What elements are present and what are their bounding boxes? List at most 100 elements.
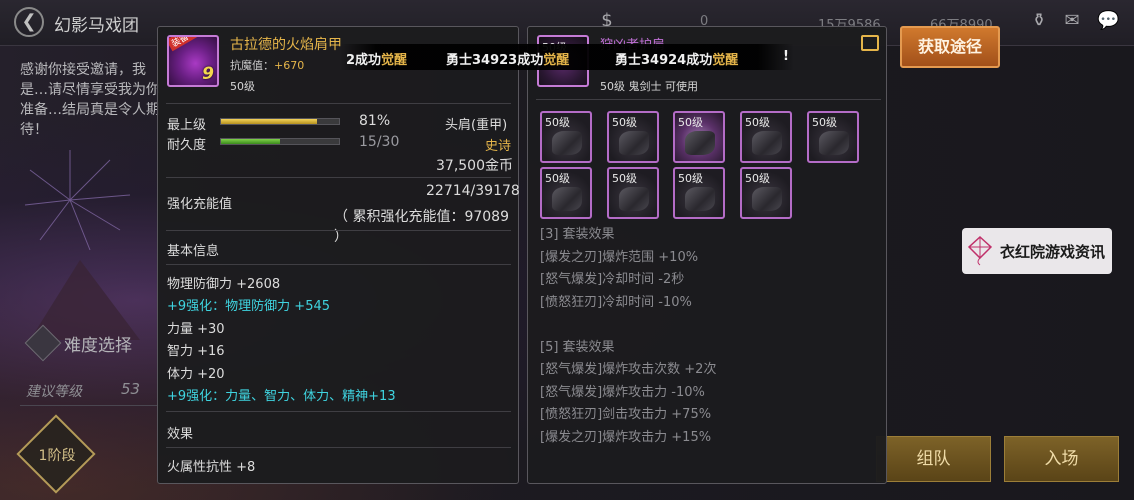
- recommended-level-label: 建议等级: [26, 384, 82, 400]
- difficulty-icon: [24, 324, 62, 362]
- gear-art-icon: [685, 187, 715, 211]
- enter-button[interactable]: 入场: [1004, 436, 1119, 482]
- gear-art-icon: [619, 131, 649, 155]
- set-effect-line: [怒气爆发]冷却时间 -2秒: [540, 272, 685, 287]
- divider: [166, 264, 511, 265]
- stat-line: 体力 +20: [167, 367, 225, 382]
- stat-line: +9强化：力量、智力、体力、精神+13: [167, 389, 396, 404]
- watermark-text: 衣红院游戏资讯: [1000, 242, 1106, 261]
- acquire-source-button[interactable]: 获取途径: [900, 26, 1000, 68]
- set-piece-slot-selected[interactable]: 50级: [673, 111, 725, 163]
- watermark: 衣红院游戏资讯: [962, 228, 1112, 274]
- equipped-item-tooltip: 装备中 9 古拉德的火焰肩甲 抗魔值：+670 50级 最上级 81% 头肩(重…: [157, 26, 520, 484]
- stat-line: +9强化：物理防御力 +545: [167, 299, 331, 314]
- set-piece-slot[interactable]: 50级: [807, 111, 859, 163]
- gear-art-icon: [752, 187, 782, 211]
- broadcast-message: 勇士34923成功觉醒: [446, 49, 569, 68]
- set-piece-slot[interactable]: 50级: [740, 111, 792, 163]
- durability-bar-fill: [221, 139, 280, 144]
- basic-info-title: 基本信息: [167, 244, 220, 259]
- slot-level: 50级: [545, 172, 570, 185]
- gear-art-icon: [552, 131, 582, 155]
- set-piece-slot[interactable]: 50级: [607, 167, 659, 219]
- gear-art-icon: [619, 187, 649, 211]
- top-level-bar-fill: [221, 119, 317, 124]
- slot-level: 50级: [678, 172, 703, 185]
- resist-label: 抗魔值：: [230, 59, 274, 72]
- gear-art-icon: [685, 131, 715, 155]
- stat-line: 智力 +16: [167, 344, 225, 359]
- broadcast-text: 勇士34924成功: [615, 53, 713, 68]
- divider: [166, 177, 511, 178]
- set-piece-slot[interactable]: 50级: [607, 111, 659, 163]
- set-piece-slot[interactable]: 50级: [673, 167, 725, 219]
- broadcast-message: !: [783, 49, 789, 64]
- charge-value: 22714/39178: [426, 183, 520, 199]
- set-effect-title: [5] 套装效果: [540, 340, 615, 355]
- rarity-label: 史诗: [485, 139, 512, 154]
- divider: [536, 99, 881, 100]
- set-effect-title: [3] 套装效果: [540, 227, 615, 242]
- difficulty-label: 难度选择: [64, 335, 132, 356]
- broadcast-text: 勇士34923成功: [446, 53, 544, 68]
- recommended-level-value: 53: [121, 380, 141, 398]
- slot-level: 50级: [545, 116, 570, 129]
- set-piece-slot[interactable]: 50级: [540, 111, 592, 163]
- top-level-percent: 81%: [359, 113, 391, 129]
- top-level-bar: [220, 118, 340, 125]
- equipped-tag: 装备中: [169, 37, 202, 52]
- kite-icon: [968, 236, 992, 266]
- difficulty-select[interactable]: 难度选择: [24, 324, 132, 362]
- stat-line: 力量 +30: [167, 322, 225, 337]
- gear-art-icon: [819, 131, 849, 155]
- divider: [166, 230, 511, 231]
- durability-label: 耐久度: [167, 138, 207, 153]
- set-piece-slot[interactable]: 50级: [540, 167, 592, 219]
- broadcast-awaken: 觉醒: [543, 53, 570, 68]
- slot-type: 头肩(重甲): [445, 118, 508, 133]
- mail-icon[interactable]: ✉: [1061, 10, 1083, 32]
- slot-level: 50级: [812, 116, 837, 129]
- fireworks-decoration: [24, 150, 140, 340]
- charge-accumulated: （ 累积强化充能值：97089 ）: [334, 209, 509, 245]
- gear-art-icon: [752, 131, 782, 155]
- compare-item-tooltip: 50级 狩凶者护肩 50级 鬼剑士 可使用 50级 50级 50级 50级 50…: [527, 26, 887, 484]
- enhance-level: 9: [202, 64, 214, 84]
- effect-line: 火属性抗性 +8: [167, 460, 256, 475]
- item-price: 37,500金币: [436, 158, 513, 174]
- effect-title: 效果: [167, 427, 194, 442]
- set-effect-line: [愤怒狂刃]剑击攻击力 +75%: [540, 407, 712, 422]
- broadcast-awaken: 觉醒: [712, 53, 739, 68]
- stage-label: 1阶段: [38, 448, 76, 464]
- broadcast-message: 2成功觉醒: [346, 49, 407, 68]
- team-button[interactable]: 组队: [876, 436, 991, 482]
- set-effect-line: [爆发之刃]爆炸攻击力 +15%: [540, 430, 712, 445]
- slot-level: 50级: [745, 172, 770, 185]
- top-level-label: 最上级: [167, 118, 207, 133]
- slot-level: 50级: [745, 116, 770, 129]
- set-piece-slot[interactable]: 50级: [740, 167, 792, 219]
- chat-icon[interactable]: 💬: [1097, 10, 1119, 32]
- divider: [20, 405, 160, 406]
- resist-value: +670: [274, 59, 305, 72]
- divider: [166, 411, 511, 412]
- set-effect-line: [愤怒狂刃]冷却时间 -10%: [540, 295, 692, 310]
- durability-value: 15/30: [359, 134, 400, 150]
- stat-line: 物理防御力 +2608: [167, 277, 281, 292]
- broadcast-awaken: 觉醒: [381, 53, 408, 68]
- broadcast-banner: 2成功觉醒 勇士34923成功觉醒 勇士34924成功觉醒 !: [340, 44, 794, 70]
- invite-text: 感谢你接受邀请，我是…请尽情享受我为你准备…结局真是令人期待！: [20, 62, 160, 138]
- broadcast-message: 勇士34924成功觉醒: [615, 49, 738, 68]
- set-effect-line: [怒气爆发]爆炸攻击力 -10%: [540, 385, 705, 400]
- set-effect-line: [怒气爆发]爆炸攻击次数 +2次: [540, 362, 717, 377]
- back-button[interactable]: ❮: [14, 7, 44, 37]
- item-resist: 抗魔值：+670: [230, 57, 304, 73]
- back-arrow-icon: ❮: [21, 11, 37, 32]
- divider: [166, 103, 511, 104]
- item-name: 古拉德的火焰肩甲: [230, 37, 342, 53]
- set-effect-line: [爆发之刃]爆炸范围 +10%: [540, 250, 699, 265]
- charge-label: 强化充能值: [167, 197, 233, 212]
- pot-icon[interactable]: ⚱: [1028, 10, 1050, 32]
- share-icon[interactable]: [861, 35, 879, 51]
- item-level: 50级: [230, 80, 255, 93]
